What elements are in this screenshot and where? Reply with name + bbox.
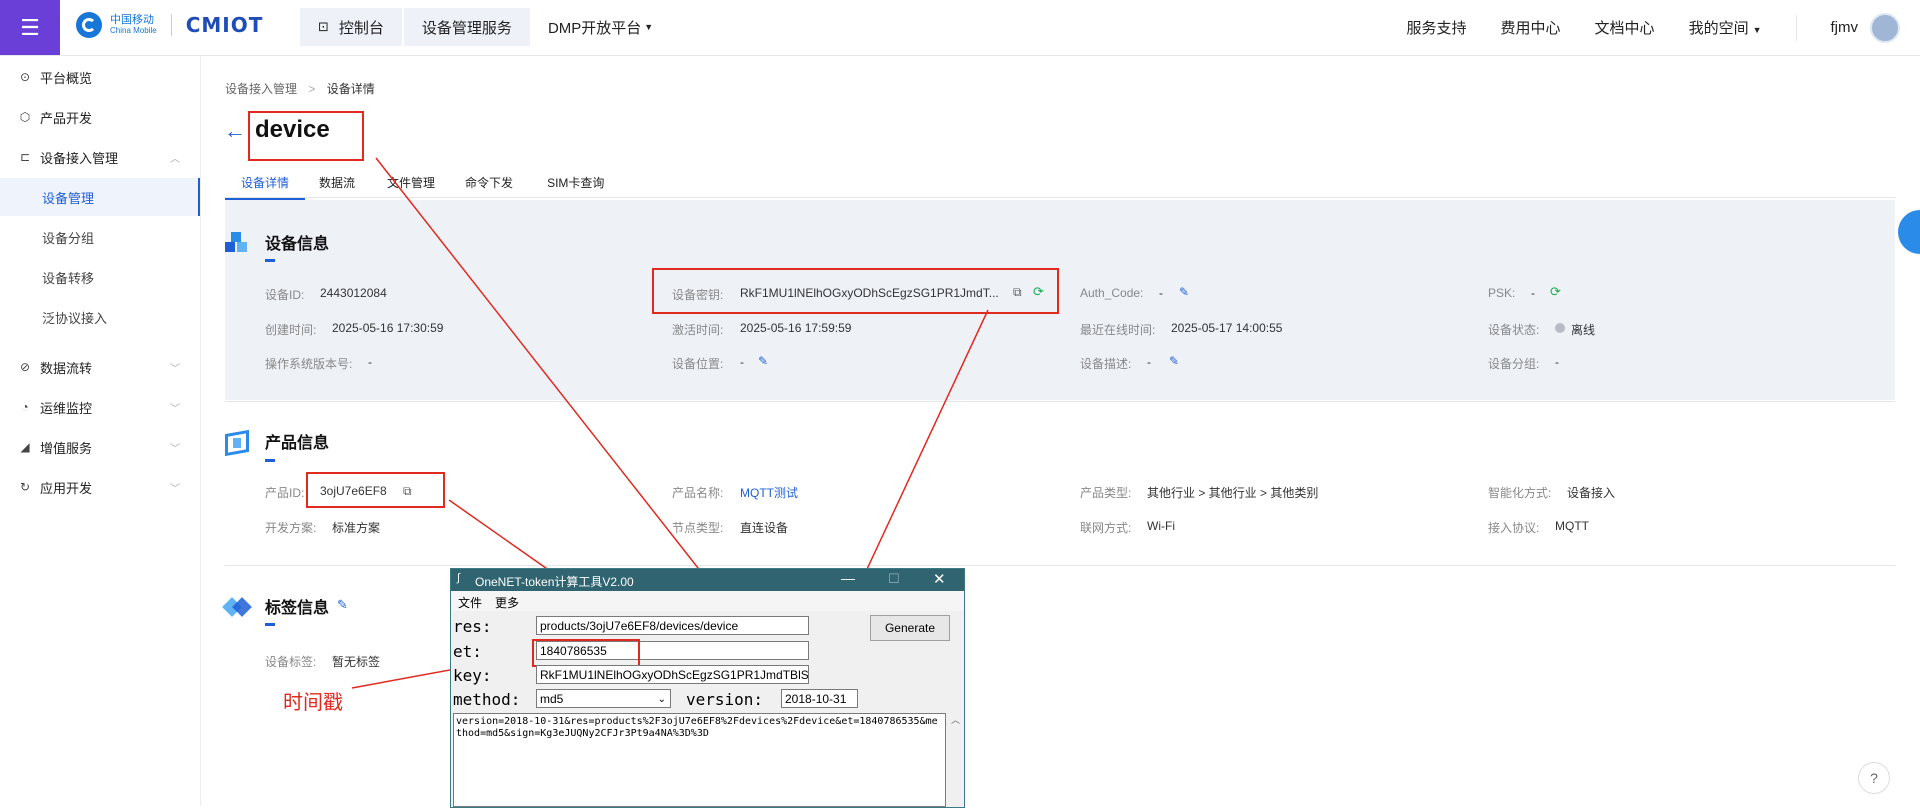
token-output[interactable]: version=2018-10-31&res=products%2F3ojU7e… xyxy=(453,713,946,807)
close-icon[interactable]: ✕ xyxy=(933,570,946,588)
tool-menu-bar: 文件 更多 xyxy=(451,591,964,611)
token-tool-window: ∫ OneNET-token计算工具V2.00 — ☐ ✕ 文件 更多 res:… xyxy=(450,568,965,808)
res-input[interactable]: products/3ojU7e6EF8/devices/device xyxy=(536,616,809,635)
tool-title-bar: ∫ OneNET-token计算工具V2.00 — ☐ ✕ xyxy=(451,569,964,591)
version-input[interactable]: 2018-10-31 xyxy=(781,689,858,708)
arrow-title-to-res xyxy=(375,157,744,627)
method-select[interactable]: md5 ⌄ xyxy=(536,689,671,708)
tool-app-icon: ∫ xyxy=(457,572,461,584)
tool-title: OneNET-token计算工具V2.00 xyxy=(475,575,634,589)
menu-more[interactable]: 更多 xyxy=(495,594,519,611)
output-scrollbar[interactable]: ︿ xyxy=(948,713,962,807)
maximize-icon[interactable]: ☐ xyxy=(888,571,900,587)
generate-button[interactable]: Generate xyxy=(870,615,950,641)
key-input[interactable]: RkF1MU1lNElhOGxyODhScEgzSG1PR1JmdTBlSnNV… xyxy=(536,665,809,684)
highlight-et-box xyxy=(532,639,640,667)
scroll-up-icon[interactable]: ︿ xyxy=(951,713,960,726)
menu-file[interactable]: 文件 xyxy=(458,594,482,611)
help-icon[interactable]: ? xyxy=(1858,762,1890,794)
chevron-down-icon: ⌄ xyxy=(657,694,666,705)
minimize-icon[interactable]: — xyxy=(841,570,855,586)
